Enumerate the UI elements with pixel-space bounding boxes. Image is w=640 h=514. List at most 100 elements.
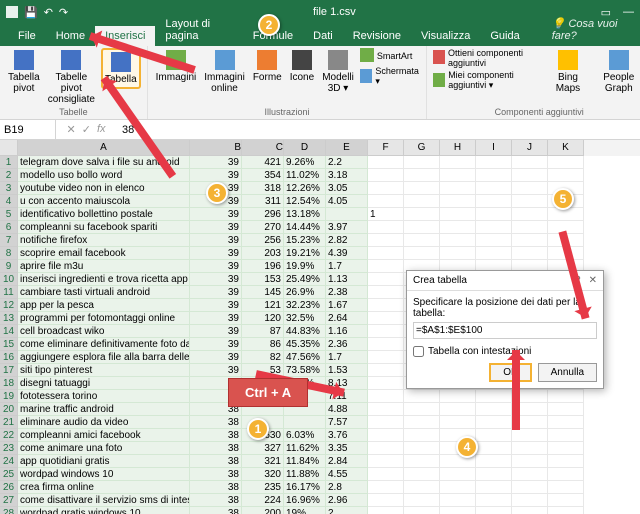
tab-visualizza[interactable]: Visualizza bbox=[411, 26, 480, 46]
cell[interactable] bbox=[476, 494, 512, 507]
tell-me-search[interactable]: 💡 Cosa vuoi fare? bbox=[542, 13, 640, 46]
cell[interactable] bbox=[476, 234, 512, 247]
cell[interactable]: 39 bbox=[190, 338, 242, 351]
cell[interactable]: come eliminare definitivamente foto dal bbox=[18, 338, 190, 351]
cell[interactable] bbox=[404, 247, 440, 260]
cell[interactable] bbox=[476, 403, 512, 416]
cell[interactable] bbox=[368, 260, 404, 273]
cell[interactable] bbox=[368, 364, 404, 377]
cell[interactable] bbox=[512, 429, 548, 442]
cell[interactable]: 12.26% bbox=[284, 182, 326, 195]
btn-icons[interactable]: Icone bbox=[288, 48, 316, 85]
row-header[interactable]: 4 bbox=[0, 195, 18, 208]
row-header[interactable]: 3 bbox=[0, 182, 18, 195]
row-header[interactable]: 17 bbox=[0, 364, 18, 377]
cell[interactable]: 38 bbox=[190, 455, 242, 468]
cell[interactable]: 4.88 bbox=[326, 403, 368, 416]
col-header[interactable]: J bbox=[512, 140, 548, 156]
cell[interactable]: 2.84 bbox=[326, 455, 368, 468]
cell[interactable]: 196 bbox=[242, 260, 284, 273]
btn-3d-models[interactable]: Modelli 3D ▾ bbox=[320, 48, 356, 96]
row-header[interactable]: 7 bbox=[0, 234, 18, 247]
cell[interactable] bbox=[440, 182, 476, 195]
cell[interactable]: 3.35 bbox=[326, 442, 368, 455]
cell[interactable] bbox=[440, 468, 476, 481]
btn-people-graph[interactable]: People Graph bbox=[593, 48, 640, 96]
cell[interactable]: 7.57 bbox=[326, 416, 368, 429]
cell[interactable]: eliminare audio da video bbox=[18, 416, 190, 429]
cell[interactable] bbox=[368, 494, 404, 507]
col-header[interactable]: G bbox=[404, 140, 440, 156]
cell[interactable] bbox=[512, 234, 548, 247]
cell[interactable] bbox=[404, 494, 440, 507]
col-header[interactable]: F bbox=[368, 140, 404, 156]
cell[interactable] bbox=[368, 481, 404, 494]
cell[interactable] bbox=[476, 468, 512, 481]
cell[interactable] bbox=[440, 156, 476, 169]
row-header[interactable]: 21 bbox=[0, 416, 18, 429]
cell[interactable] bbox=[548, 455, 584, 468]
cell[interactable] bbox=[404, 481, 440, 494]
cell[interactable]: 73.58% bbox=[284, 364, 326, 377]
cell[interactable]: 224 bbox=[242, 494, 284, 507]
cell[interactable]: 39 bbox=[190, 325, 242, 338]
cell[interactable]: 296 bbox=[242, 208, 284, 221]
cell[interactable] bbox=[512, 208, 548, 221]
cell[interactable]: 6.03% bbox=[284, 429, 326, 442]
row-header[interactable]: 15 bbox=[0, 338, 18, 351]
headers-checkbox-label[interactable]: Tabella con intestazioni bbox=[413, 346, 597, 357]
fx-cancel-icon[interactable]: ✕ bbox=[67, 123, 76, 136]
cell[interactable] bbox=[512, 182, 548, 195]
cell[interactable]: 1 bbox=[368, 208, 404, 221]
cell[interactable]: wordpad gratis windows 10 bbox=[18, 507, 190, 514]
name-box[interactable]: B19 bbox=[0, 120, 56, 139]
btn-bing-maps[interactable]: Bing Maps bbox=[547, 48, 588, 96]
cell[interactable]: disegni tatuaggi bbox=[18, 377, 190, 390]
cell[interactable]: 12.54% bbox=[284, 195, 326, 208]
col-header[interactable]: B bbox=[190, 140, 242, 156]
cell[interactable]: 2 bbox=[326, 507, 368, 514]
cell[interactable] bbox=[440, 221, 476, 234]
cell[interactable]: u con accento maiuscola bbox=[18, 195, 190, 208]
cell[interactable] bbox=[440, 195, 476, 208]
col-header[interactable]: K bbox=[548, 140, 584, 156]
cell[interactable]: 3.18 bbox=[326, 169, 368, 182]
row-header[interactable]: 14 bbox=[0, 325, 18, 338]
cell[interactable] bbox=[476, 169, 512, 182]
cell[interactable]: 9.26% bbox=[284, 156, 326, 169]
cell[interactable] bbox=[404, 221, 440, 234]
cell[interactable] bbox=[404, 169, 440, 182]
qat-undo-icon[interactable]: ↶ bbox=[44, 6, 53, 19]
cell[interactable] bbox=[548, 429, 584, 442]
cell[interactable]: 39 bbox=[190, 169, 242, 182]
row-header[interactable]: 22 bbox=[0, 429, 18, 442]
col-header[interactable]: H bbox=[440, 140, 476, 156]
cell[interactable]: programmi per fotomontaggi online bbox=[18, 312, 190, 325]
cell[interactable]: 82 bbox=[242, 351, 284, 364]
cell[interactable]: 39 bbox=[190, 260, 242, 273]
cell[interactable]: 1.16 bbox=[326, 325, 368, 338]
cell[interactable] bbox=[404, 234, 440, 247]
row-header[interactable]: 2 bbox=[0, 169, 18, 182]
cell[interactable]: 39 bbox=[190, 286, 242, 299]
cell[interactable] bbox=[284, 416, 326, 429]
cell[interactable]: 3.97 bbox=[326, 221, 368, 234]
tab-dati[interactable]: Dati bbox=[303, 26, 343, 46]
cell[interactable]: 38 bbox=[190, 494, 242, 507]
cell[interactable] bbox=[476, 182, 512, 195]
cell[interactable] bbox=[512, 169, 548, 182]
cell[interactable] bbox=[368, 416, 404, 429]
row-header[interactable]: 12 bbox=[0, 299, 18, 312]
cell[interactable] bbox=[548, 169, 584, 182]
cell[interactable] bbox=[404, 429, 440, 442]
btn-recommended-pivot[interactable]: Tabelle pivot consigliate bbox=[46, 48, 97, 107]
cell[interactable] bbox=[548, 468, 584, 481]
cell[interactable]: 39 bbox=[190, 234, 242, 247]
cell[interactable]: 11.02% bbox=[284, 169, 326, 182]
cell[interactable] bbox=[512, 442, 548, 455]
cell[interactable] bbox=[404, 507, 440, 514]
cell[interactable] bbox=[476, 481, 512, 494]
cell[interactable]: 39 bbox=[190, 208, 242, 221]
row-header[interactable]: 24 bbox=[0, 455, 18, 468]
cell[interactable]: 26.9% bbox=[284, 286, 326, 299]
